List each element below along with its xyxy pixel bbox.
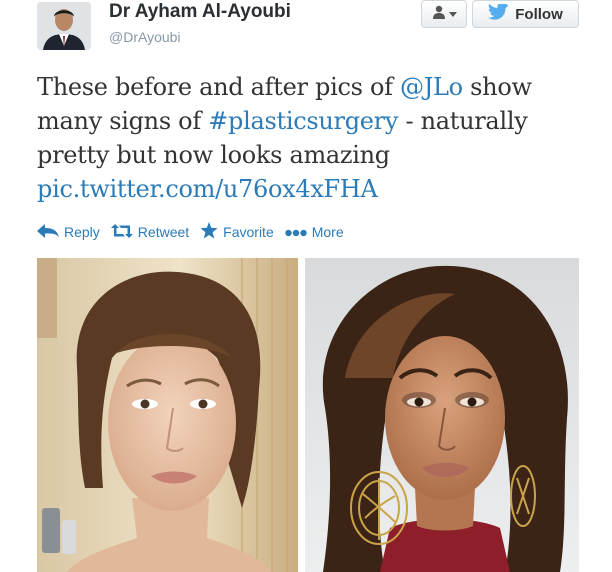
retweet-button[interactable]: Retweet xyxy=(110,223,190,241)
reply-icon xyxy=(37,223,59,241)
follow-label: Follow xyxy=(515,5,563,23)
tweet-text: These before and after pics of @JLo show… xyxy=(37,70,597,206)
tweet-actions: Reply Retweet Favorite More xyxy=(37,222,344,242)
before-photo[interactable] xyxy=(37,258,298,572)
favorite-button[interactable]: Favorite xyxy=(200,222,274,242)
more-dots-icon xyxy=(285,224,307,240)
more-button[interactable]: More xyxy=(285,224,344,240)
twitter-bird-icon xyxy=(488,2,509,24)
reply-button[interactable]: Reply xyxy=(37,223,100,241)
favorite-label: Favorite xyxy=(223,224,274,240)
avatar[interactable] xyxy=(37,2,91,50)
star-icon xyxy=(200,222,218,242)
after-photo[interactable] xyxy=(305,258,579,572)
hashtag-link[interactable]: #plasticsurgery xyxy=(208,107,398,135)
user-icon xyxy=(432,5,446,24)
mention-link[interactable]: @JLo xyxy=(400,73,463,101)
tweet-text-segment: These before and after pics of xyxy=(37,73,401,101)
retweet-icon xyxy=(110,223,133,241)
more-label: More xyxy=(311,224,344,240)
reply-label: Reply xyxy=(64,224,100,240)
user-actions-button[interactable] xyxy=(421,0,467,28)
caret-down-icon xyxy=(448,5,457,23)
media-link[interactable]: pic.twitter.com/u76ox4xFHA xyxy=(37,175,378,203)
user-handle[interactable]: @DrAyoubi xyxy=(109,29,181,45)
display-name[interactable]: Dr Ayham Al-Ayoubi xyxy=(109,1,291,23)
follow-button[interactable]: Follow xyxy=(472,0,579,28)
retweet-label: Retweet xyxy=(137,224,190,240)
